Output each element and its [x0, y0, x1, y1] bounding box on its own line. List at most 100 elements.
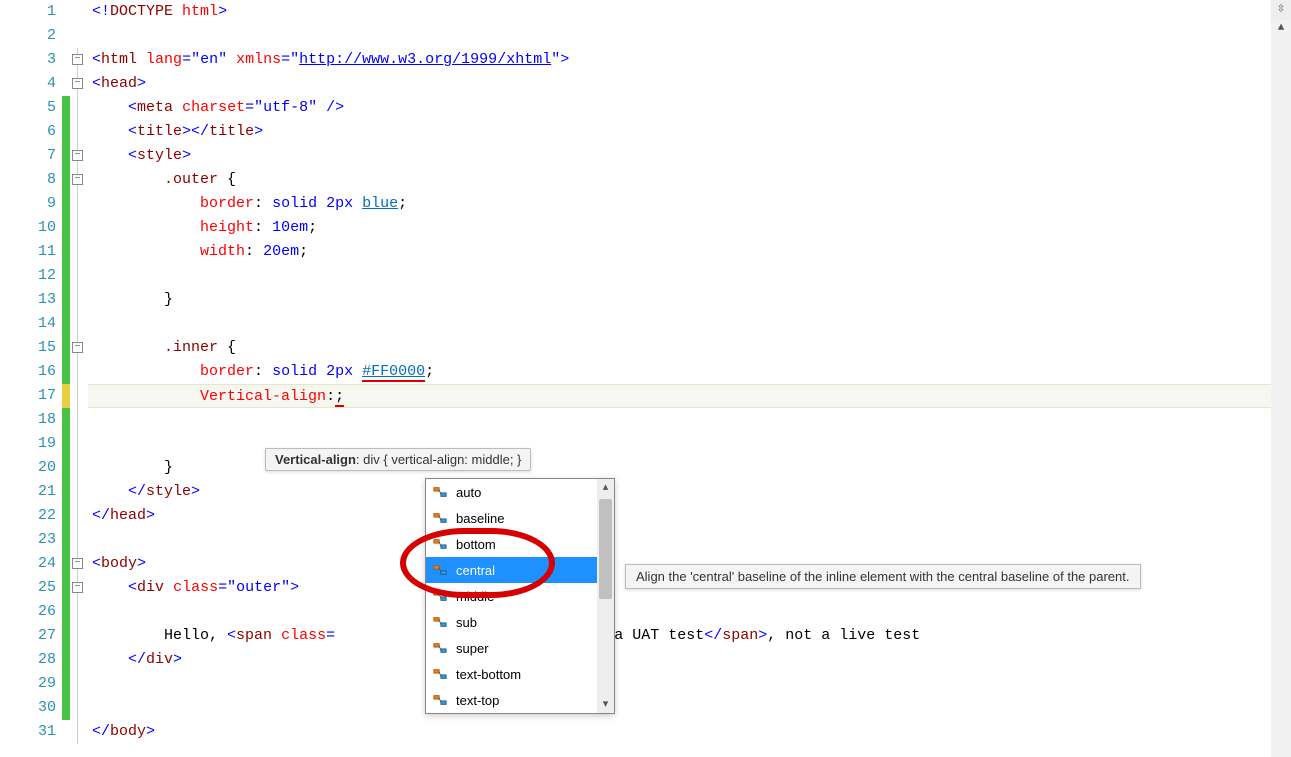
code-line[interactable]: }: [88, 288, 1291, 312]
autocomplete-item[interactable]: baseline: [426, 505, 614, 531]
fold-cell: [70, 432, 88, 456]
code-line[interactable]: [88, 264, 1291, 288]
code-line[interactable]: border: solid 2px #FF0000;: [88, 360, 1291, 384]
autocomplete-item[interactable]: bottom: [426, 531, 614, 557]
change-marker: [62, 624, 70, 648]
line-number: 25: [0, 576, 56, 600]
autocomplete-item[interactable]: sub: [426, 609, 614, 635]
line-number: 3: [0, 48, 56, 72]
change-marker: [62, 168, 70, 192]
autocomplete-item[interactable]: central: [426, 557, 614, 583]
fold-toggle-icon[interactable]: −: [72, 54, 83, 65]
autocomplete-item[interactable]: super: [426, 635, 614, 661]
fold-cell[interactable]: −: [70, 144, 88, 168]
autocomplete-item-label: sub: [456, 615, 477, 630]
code-line[interactable]: </style>: [88, 480, 1291, 504]
autocomplete-item[interactable]: middle: [426, 583, 614, 609]
quickinfo-detail: : div { vertical-align: middle; }: [356, 452, 521, 467]
change-marker: [62, 576, 70, 600]
code-line[interactable]: <style>: [88, 144, 1291, 168]
fold-cell: [70, 312, 88, 336]
code-line[interactable]: <head>: [88, 72, 1291, 96]
css-value-icon: [432, 484, 448, 500]
fold-toggle-icon[interactable]: −: [72, 78, 83, 89]
code-line[interactable]: <meta charset="utf-8" />: [88, 96, 1291, 120]
code-line[interactable]: </body>: [88, 720, 1291, 744]
code-line[interactable]: .inner {: [88, 336, 1291, 360]
line-number: 5: [0, 96, 56, 120]
fold-cell: [70, 408, 88, 432]
autocomplete-item-label: central: [456, 563, 495, 578]
split-sync-icon[interactable]: ⇳: [1271, 0, 1291, 20]
change-marker: [62, 528, 70, 552]
fold-cell: [70, 456, 88, 480]
autocomplete-scrollbar[interactable]: ▴ ▾: [597, 479, 614, 713]
line-number: 15: [0, 336, 56, 360]
fold-cell: [70, 288, 88, 312]
autocomplete-dropdown[interactable]: auto baseline bottom central middle sub super t…: [425, 478, 615, 714]
line-number: 27: [0, 624, 56, 648]
code-line[interactable]: border: solid 2px blue;: [88, 192, 1291, 216]
change-marker: [62, 648, 70, 672]
autocomplete-item-label: auto: [456, 485, 481, 500]
code-line[interactable]: <title></title>: [88, 120, 1291, 144]
fold-toggle-icon[interactable]: −: [72, 342, 83, 353]
code-line[interactable]: height: 10em;: [88, 216, 1291, 240]
code-line[interactable]: [88, 24, 1291, 48]
code-line[interactable]: [88, 312, 1291, 336]
line-number: 28: [0, 648, 56, 672]
fold-cell[interactable]: −: [70, 48, 88, 72]
change-marker: [62, 120, 70, 144]
fold-toggle-icon[interactable]: −: [72, 174, 83, 185]
change-marker: [62, 672, 70, 696]
fold-cell[interactable]: −: [70, 168, 88, 192]
code-line[interactable]: Hello, <span class= test.<br/> a UAT tes…: [88, 624, 1291, 648]
fold-toggle-icon[interactable]: −: [72, 558, 83, 569]
autocomplete-item-label: text-bottom: [456, 667, 521, 682]
fold-toggle-icon[interactable]: −: [72, 150, 83, 161]
code-line[interactable]: [88, 672, 1291, 696]
code-line[interactable]: </div>: [88, 648, 1291, 672]
code-line[interactable]: [88, 528, 1291, 552]
fold-cell[interactable]: −: [70, 552, 88, 576]
code-line[interactable]: </head>: [88, 504, 1291, 528]
change-marker: [62, 552, 70, 576]
line-number: 8: [0, 168, 56, 192]
fold-cell[interactable]: −: [70, 576, 88, 600]
code-line[interactable]: .outer {: [88, 168, 1291, 192]
code-line[interactable]: [88, 600, 1291, 624]
code-line[interactable]: <html lang="en" xmlns="http://www.w3.org…: [88, 48, 1291, 72]
vertical-scrollbar[interactable]: ⇳ ▲: [1271, 0, 1291, 757]
code-line[interactable]: Vertical-align:;: [88, 384, 1291, 408]
code-line[interactable]: width: 20em;: [88, 240, 1291, 264]
change-marker: [62, 504, 70, 528]
scroll-up-icon[interactable]: ▲: [1271, 20, 1291, 37]
scroll-up-icon[interactable]: ▴: [597, 479, 614, 496]
scrollbar-thumb[interactable]: [599, 499, 612, 599]
autocomplete-item-label: baseline: [456, 511, 504, 526]
line-number: 19: [0, 432, 56, 456]
fold-cell[interactable]: −: [70, 72, 88, 96]
autocomplete-item[interactable]: auto: [426, 479, 614, 505]
autocomplete-description: Align the 'central' baseline of the inli…: [625, 564, 1141, 589]
line-number: 29: [0, 672, 56, 696]
autocomplete-item-label: middle: [456, 589, 494, 604]
scroll-down-icon[interactable]: ▾: [597, 696, 614, 713]
css-value-icon: [432, 588, 448, 604]
code-editor[interactable]: 1234567891011121314151617181920212223242…: [0, 0, 1291, 757]
fold-cell: [70, 480, 88, 504]
fold-cell[interactable]: −: [70, 336, 88, 360]
autocomplete-item[interactable]: text-bottom: [426, 661, 614, 687]
css-value-icon: [432, 640, 448, 656]
fold-toggle-icon[interactable]: −: [72, 582, 83, 593]
code-content[interactable]: <!DOCTYPE html> <html lang="en" xmlns="h…: [88, 0, 1291, 757]
code-line[interactable]: [88, 408, 1291, 432]
css-value-icon: [432, 692, 448, 708]
code-line[interactable]: [88, 696, 1291, 720]
autocomplete-item[interactable]: text-top: [426, 687, 614, 713]
fold-cell: [70, 672, 88, 696]
line-number: 13: [0, 288, 56, 312]
code-line[interactable]: <!DOCTYPE html>: [88, 0, 1291, 24]
fold-strip[interactable]: − − − − − − −: [70, 0, 88, 757]
css-value-icon: [432, 562, 448, 578]
